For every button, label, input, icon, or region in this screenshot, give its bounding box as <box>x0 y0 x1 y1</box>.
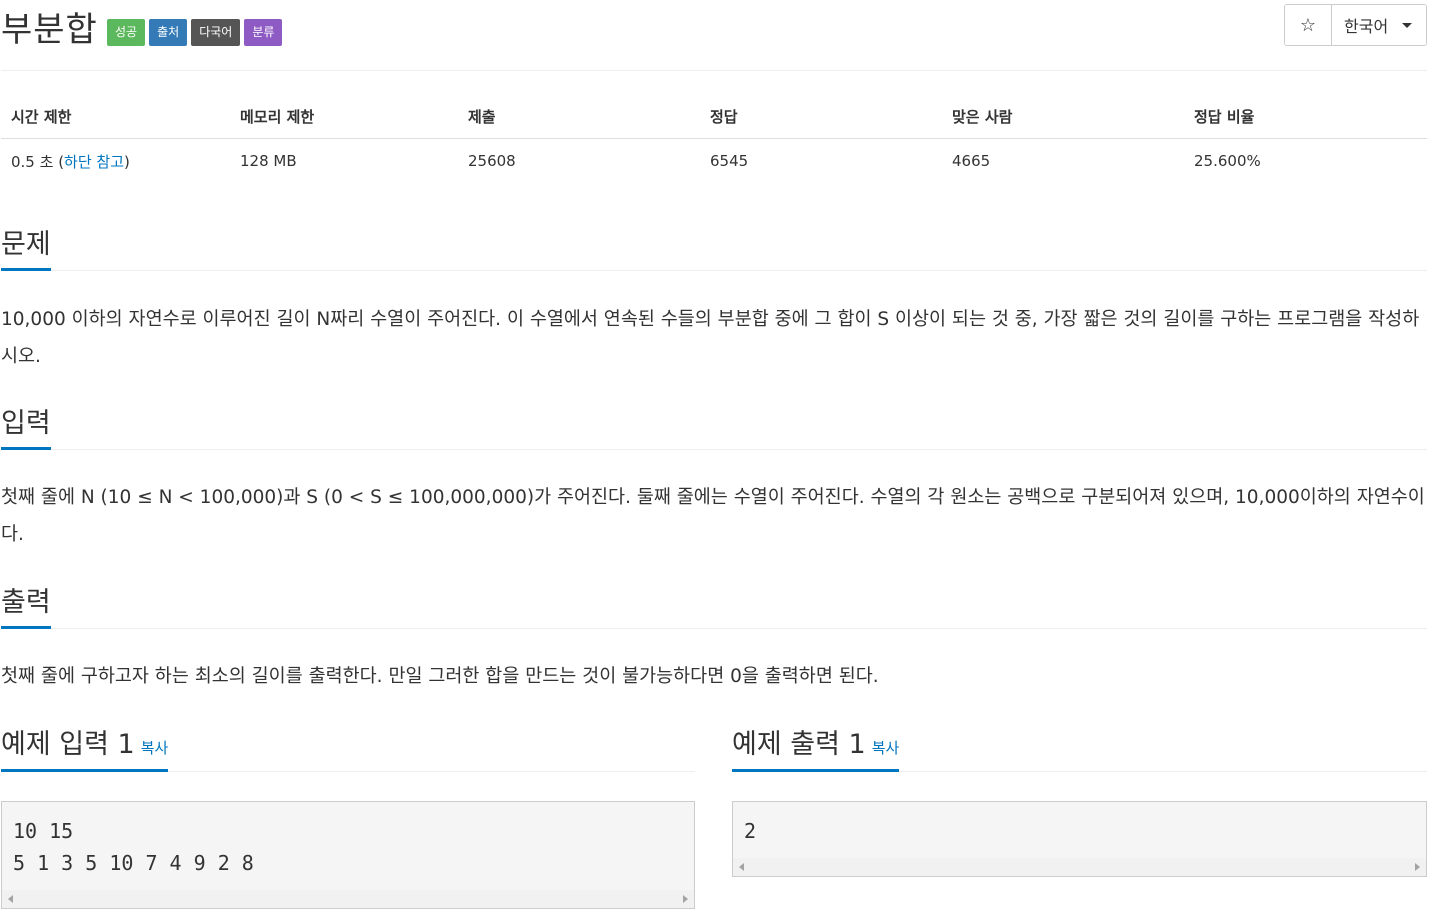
label-multilang[interactable]: 다국어 <box>191 19 241 46</box>
header-time-limit: 시간 제한 <box>1 94 230 139</box>
sample-output-header: 예제 출력 1 복사 <box>732 722 1427 772</box>
cell-submissions: 25608 <box>468 152 516 170</box>
sample-output-box[interactable]: 2 <box>732 801 1427 877</box>
info-header-row: 시간 제한 메모리 제한 제출 정답 맞은 사람 정답 비율 <box>1 94 1427 139</box>
sample-input-header: 예제 입력 1 복사 <box>1 722 695 772</box>
output-section-header: 출력 <box>1 580 1427 629</box>
time-limit-note-link[interactable]: 하단 참고 <box>64 153 124 171</box>
header-accepted: 정답 <box>700 94 942 139</box>
input-section-title: 입력 <box>1 401 51 450</box>
cell-solvers: 4665 <box>952 152 991 170</box>
sample-output-scrollbar[interactable] <box>733 858 1426 876</box>
star-icon: ☆ <box>1299 14 1317 36</box>
sample-output-title: 예제 출력 1 복사 <box>732 722 900 772</box>
sample-input-content: 10 15 5 1 3 5 10 7 4 9 2 8 <box>13 819 254 875</box>
header-solvers: 맞은 사람 <box>942 94 1184 139</box>
sample-output-content: 2 <box>744 819 757 843</box>
header-button-group: ☆ 한국어 <box>1284 4 1427 46</box>
problem-section-title: 문제 <box>1 222 51 271</box>
problem-header: 부분합 성공 출처 다국어 분류 ☆ 한국어 <box>1 0 1427 71</box>
language-label: 한국어 <box>1344 17 1389 36</box>
cell-time-limit: 0.5 초 (하단 참고) <box>11 152 130 171</box>
caret-down-icon <box>1402 22 1413 28</box>
sample-input-scrollbar[interactable] <box>2 890 694 908</box>
problem-labels: 성공 출처 다국어 분류 <box>107 19 283 46</box>
problem-section-header: 문제 <box>1 222 1427 271</box>
problem-page: 부분합 성공 출처 다국어 분류 ☆ 한국어 시간 제한 메모리 제한 제출 정… <box>1 0 1427 924</box>
input-description: 첫째 줄에 N (10 ≤ N < 100,000)과 S (0 < S ≤ 1… <box>1 487 1425 545</box>
label-category[interactable]: 분류 <box>244 19 283 46</box>
info-data-row: 0.5 초 (하단 참고) 128 MB 25608 6545 4665 25.… <box>1 139 1427 184</box>
scroll-right-icon[interactable] <box>683 895 688 903</box>
output-section-title: 출력 <box>1 580 51 629</box>
sample-input-title: 예제 입력 1 복사 <box>1 722 169 772</box>
header-memory-limit: 메모리 제한 <box>230 94 458 139</box>
label-success[interactable]: 성공 <box>107 19 146 46</box>
header-ratio: 정답 비율 <box>1184 94 1427 139</box>
cell-accepted: 6545 <box>710 152 749 170</box>
problem-info-table: 시간 제한 메모리 제한 제출 정답 맞은 사람 정답 비율 0.5 초 (하단… <box>1 94 1427 183</box>
cell-ratio: 25.600% <box>1194 152 1261 170</box>
problem-description: 10,000 이하의 자연수로 이루어진 길이 N짜리 수열이 주어진다. 이 … <box>1 309 1420 367</box>
language-dropdown[interactable]: 한국어 <box>1332 5 1426 45</box>
copy-output-button[interactable]: 복사 <box>872 739 900 757</box>
scroll-left-icon[interactable] <box>8 895 13 903</box>
copy-input-button[interactable]: 복사 <box>141 739 169 757</box>
input-section-header: 입력 <box>1 401 1427 450</box>
scroll-right-icon[interactable] <box>1415 863 1420 871</box>
problem-title: 부분합 <box>1 10 98 50</box>
header-submissions: 제출 <box>458 94 700 139</box>
scroll-left-icon[interactable] <box>739 863 744 871</box>
star-button[interactable]: ☆ <box>1285 5 1332 45</box>
label-source[interactable]: 출처 <box>149 19 188 46</box>
output-description: 첫째 줄에 구하고자 하는 최소의 길이를 출력한다. 만일 그러한 합을 만드… <box>1 666 879 687</box>
sample-input-box[interactable]: 10 15 5 1 3 5 10 7 4 9 2 8 <box>1 801 695 909</box>
cell-memory-limit: 128 MB <box>240 152 297 170</box>
